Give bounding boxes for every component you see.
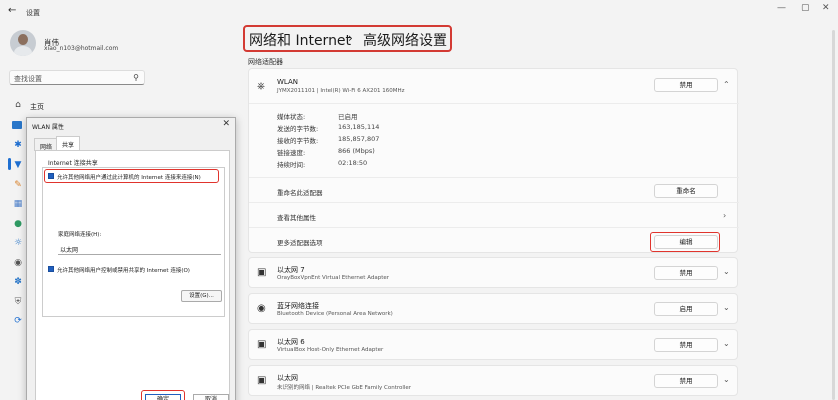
privacy-shield-icon[interactable]: ⛨ (12, 297, 24, 307)
ok-button[interactable]: 确定 (145, 394, 181, 400)
breadcrumb-separator: › (348, 31, 353, 45)
chevron-down-icon[interactable]: ⌄ (723, 303, 730, 312)
wlan-properties-dialog: WLAN 属性 ✕ 网络 共享 Internet 连接共享 允许其他网络用户通过… (26, 117, 236, 400)
adapter-card: ▣ 以太网 未识别的网络 | Realtek PCIe GbE Family C… (248, 365, 738, 396)
ics-group-label: Internet 连接共享 (46, 158, 100, 167)
wifi-icon: ⎈ (257, 81, 265, 92)
user-email: xiao_n103@hotmail.com (44, 45, 119, 52)
adapter-desc: 未识别的网络 | Realtek PCIe GbE Family Control… (277, 385, 412, 391)
close-icon[interactable]: ✕ (822, 3, 830, 13)
window-title: 设置 (26, 9, 40, 17)
wifi-icon[interactable]: ▼ (12, 160, 24, 170)
chevron-up-icon[interactable]: ⌃ (723, 80, 730, 89)
prop-label: 持续时间: (277, 161, 306, 169)
search-input[interactable]: 查找设置 ⚲ (9, 70, 145, 85)
adapter-desc: Bluetooth Device (Personal Area Network) (277, 311, 393, 317)
chevron-down-icon[interactable]: ⌄ (723, 267, 730, 276)
sharing-panel: Internet 连接共享 允许其他网络用户通过此计算机的 Internet 连… (35, 150, 230, 400)
accessibility-icon[interactable]: ✽ (12, 277, 24, 287)
wlan-name: WLAN (277, 78, 299, 86)
system-icon[interactable] (12, 121, 22, 129)
prop-value: 02:18:50 (338, 159, 368, 167)
dialog-close-icon[interactable]: ✕ (222, 119, 230, 129)
sidebar-active-indicator (8, 158, 11, 170)
chevron-right-icon[interactable]: › (723, 211, 726, 220)
cancel-button[interactable]: 取消 (193, 394, 229, 400)
adapter-name: 蓝牙网络连接 (277, 302, 319, 310)
settings-button[interactable]: 设置(G)... (181, 290, 222, 302)
dialog-title: WLAN 属性 (32, 124, 64, 131)
prop-value: 163,185,114 (338, 123, 380, 131)
adapter-name: 以太网 6 (277, 338, 305, 346)
prop-label: 接收的字节数: (277, 137, 319, 145)
allow-share-checkbox[interactable] (48, 173, 54, 179)
ethernet-icon: ▣ (257, 375, 267, 386)
allow-control-label[interactable]: 允许其他网络用户控制或禁用共享的 Internet 连接(O) (57, 266, 190, 274)
prop-label: 发送的字节数: (277, 125, 319, 133)
page-title: 高级网络设置 (363, 33, 447, 49)
adapter-card: ◉ 蓝牙网络连接 Bluetooth Device (Personal Area… (248, 293, 738, 324)
home-conn-select[interactable]: 以太网 (58, 243, 221, 255)
prop-label: 媒体状态: (277, 113, 306, 121)
back-icon[interactable]: ← (8, 5, 16, 16)
scrollbar[interactable] (832, 30, 835, 400)
tab-sharing[interactable]: 共享 (56, 136, 81, 151)
prop-value: 866 (Mbps) (338, 147, 375, 155)
adapter-toggle-button[interactable]: 禁用 (654, 374, 718, 388)
rename-label: 重命名此适配器 (277, 189, 323, 197)
section-label: 网络适配器 (248, 58, 283, 66)
accounts-icon[interactable]: ● (12, 219, 24, 229)
wlan-card: ⎈ WLAN JYMX2011101 | Intel(R) Wi-Fi 6 AX… (248, 68, 739, 253)
apps-icon[interactable]: ▦ (12, 199, 24, 209)
adapter-toggle-button[interactable]: 启用 (654, 302, 718, 316)
adapter-name: 以太网 7 (277, 266, 305, 274)
breadcrumb: 网络和 Internet › 高级网络设置 (243, 25, 452, 52)
breadcrumb-network-internet[interactable]: 网络和 Internet (249, 30, 351, 50)
maximize-icon[interactable]: ▢ (801, 3, 810, 13)
wlan-desc: JYMX2011101 | Intel(R) Wi-Fi 6 AX201 160… (277, 88, 405, 94)
avatar (10, 30, 36, 56)
allow-control-checkbox[interactable] (48, 266, 54, 272)
globe-icon: ◉ (257, 303, 266, 314)
search-placeholder: 查找设置 (14, 75, 42, 83)
bluetooth-icon[interactable]: ✱ (12, 140, 24, 150)
gaming-icon[interactable]: ◉ (12, 258, 24, 268)
allow-share-label[interactable]: 允许其他网络用户通过此计算机的 Internet 连接来连接(N) (57, 173, 201, 181)
home-icon[interactable]: ⌂ (12, 100, 24, 110)
adapter-card: ▣ 以太网 7 OrayBoxVpnEnt Virtual Ethernet A… (248, 257, 738, 288)
prop-value: 185,857,807 (338, 135, 380, 143)
ethernet-icon: ▣ (257, 339, 267, 350)
personalization-icon[interactable]: ✎ (12, 180, 24, 190)
chevron-down-icon[interactable]: ⌄ (723, 375, 730, 384)
chevron-down-icon[interactable]: ⌄ (723, 339, 730, 348)
adapter-name: 以太网 (277, 374, 298, 382)
ethernet-icon: ▣ (257, 267, 267, 278)
rename-button[interactable]: 重命名 (654, 184, 718, 198)
prop-label: 链接速度: (277, 149, 306, 157)
wlan-disable-button[interactable]: 禁用 (654, 78, 718, 92)
view-properties-link[interactable]: 查看其他属性 (277, 212, 316, 222)
sidebar-item-home[interactable]: 主页 (30, 102, 44, 112)
adapter-toggle-button[interactable]: 禁用 (654, 266, 718, 280)
windows-update-icon[interactable]: ⟳ (12, 316, 24, 326)
search-icon: ⚲ (133, 73, 139, 82)
more-options-label: 更多适配器选项 (277, 239, 323, 247)
adapter-desc: OrayBoxVpnEnt Virtual Ethernet Adapter (277, 275, 390, 281)
prop-value: 已启用 (338, 113, 358, 121)
home-conn-label: 家庭网络连接(H): (58, 232, 102, 238)
time-language-icon[interactable]: ☼ (12, 238, 24, 248)
adapter-toggle-button[interactable]: 禁用 (654, 338, 718, 352)
minimize-icon[interactable]: — (777, 3, 786, 13)
adapter-desc: VirtualBox Host-Only Ethernet Adapter (277, 347, 384, 353)
title-bar: ← 设置 — ▢ ✕ (0, 0, 838, 24)
edit-button[interactable]: 编辑 (654, 235, 718, 249)
adapter-card: ▣ 以太网 6 VirtualBox Host-Only Ethernet Ad… (248, 329, 738, 360)
